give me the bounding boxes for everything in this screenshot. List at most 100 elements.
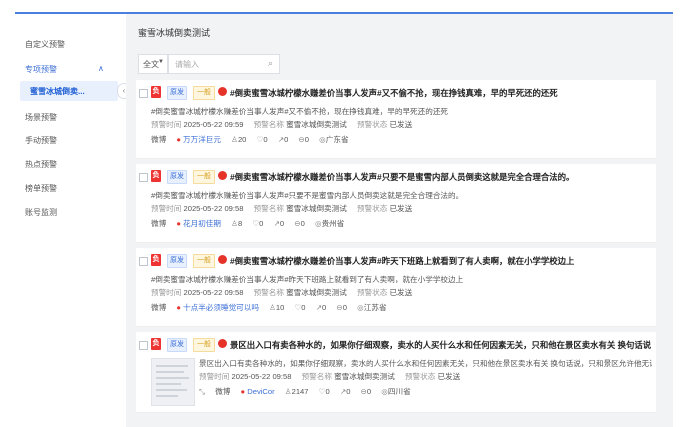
card-checkbox[interactable]: [139, 341, 148, 350]
name-key: 预警名称: [253, 120, 284, 129]
status-value: 已发送: [437, 372, 461, 381]
name-value: 蜜雪冰城倒卖测试: [286, 204, 347, 213]
expand-icon[interactable]: ⤡: [199, 387, 205, 396]
negative-badge: 负: [151, 170, 161, 182]
likes-count: 0: [263, 135, 268, 144]
likes-count: 0: [259, 219, 264, 228]
card-checkbox[interactable]: [139, 89, 148, 98]
sidebar-item-account-monitor[interactable]: 账号监测: [25, 207, 57, 218]
location-icon: ◎: [314, 219, 322, 228]
followers-icon: ♙: [231, 219, 238, 228]
author-link[interactable]: 十点半必须睡觉可以吗: [183, 303, 259, 312]
card-title[interactable]: 景区出入口有卖各种水的，如果你仔细观察，卖水的人买什么水和任何因素无关，只和他在…: [230, 339, 652, 351]
time-value: 2025-05-22 09:58: [231, 372, 292, 381]
status-key: 预警状态: [356, 288, 388, 297]
type-badge: 原发: [167, 254, 187, 268]
status-key: 预警状态: [356, 120, 388, 129]
location-value: 四川省: [387, 387, 411, 396]
type-badge: 原发: [167, 86, 187, 100]
reposts-count: 0: [322, 303, 327, 312]
status-value: 已发送: [389, 288, 413, 297]
page-title: 蜜雪冰城倒卖测试: [138, 28, 211, 38]
sidebar-item-manual-alert[interactable]: 手动预警: [25, 135, 57, 146]
chevron-up-icon[interactable]: ∧: [98, 64, 104, 73]
search-icon[interactable]: ⌕: [268, 58, 273, 69]
post-thumbnail[interactable]: [151, 358, 195, 406]
author-link[interactable]: DeviCor: [247, 387, 274, 396]
followers-count: 2147: [291, 387, 309, 396]
sidebar-item-mixue-resale[interactable]: 蜜雪冰城倒卖...: [20, 81, 118, 101]
status-value: 已发送: [389, 120, 413, 129]
alert-card[interactable]: 负 原发 一般 #倒卖蜜雪冰城柠檬水赚差价当事人发声#只要不是蜜雪内部人员倒卖这…: [136, 164, 656, 243]
likes-count: 0: [301, 303, 306, 312]
card-title[interactable]: #倒卖蜜雪冰城柠檬水赚差价当事人发声#昨天下班路上就看到了有人卖啊，就在小学学校…: [230, 255, 574, 267]
status-key: 预警状态: [404, 372, 436, 381]
search-input[interactable]: 请输入 ⌕: [168, 54, 280, 74]
sidebar-item-special-alert[interactable]: 专项预警: [25, 64, 57, 75]
name-value: 蜜雪冰城倒卖测试: [286, 288, 347, 297]
sidebar-item-scene-alert[interactable]: 场景预警: [25, 112, 57, 123]
chevron-down-icon: ▼: [158, 59, 164, 65]
likes-count: 0: [325, 387, 330, 396]
author-link[interactable]: 万万洋巨元: [183, 135, 221, 144]
search-scope-select[interactable]: 全文 ▼: [138, 54, 168, 74]
negative-badge: 负: [151, 338, 161, 350]
comments-count: 0: [366, 387, 372, 396]
time-key: 预警时间: [151, 288, 182, 297]
reposts-count: 0: [284, 135, 289, 144]
name-key: 预警名称: [301, 372, 332, 381]
sidebar-item-rank-alert[interactable]: 榜单预警: [25, 183, 57, 194]
time-value: 2025-05-22 09:58: [183, 204, 244, 213]
card-title[interactable]: #倒卖蜜雪冰城柠檬水赚差价当事人发声#又不偷不抢，现在挣钱真难，早的早死还的还死: [230, 87, 558, 99]
weibo-icon: ●: [176, 135, 181, 144]
level-badge: 一般: [193, 170, 215, 184]
name-value: 蜜雪冰城倒卖测试: [286, 120, 347, 129]
sidebar-item-hot-alert[interactable]: 热点预警: [25, 159, 57, 170]
time-value: 2025-05-22 09:59: [183, 120, 244, 129]
location-icon: ◎: [357, 303, 364, 312]
alert-card[interactable]: 负 原发 一般 景区出入口有卖各种水的，如果你仔细观察，卖水的人买什么水和任何因…: [136, 332, 656, 413]
comments-count: 0: [342, 303, 347, 312]
time-value: 2025-05-22 09:58: [183, 288, 244, 297]
status-value: 已发送: [389, 204, 413, 213]
reposts-count: 0: [279, 219, 285, 228]
search-placeholder: 请输入: [175, 60, 199, 69]
card-checkbox[interactable]: [139, 173, 148, 182]
level-badge: 一般: [193, 338, 215, 352]
location-icon: ◎: [319, 135, 326, 144]
followers-icon: ♙: [269, 303, 276, 312]
card-footer: ⤡ 微博 ● DeviCor ♙2147 ♡0 ↗0 ⊖0 ◎四川省: [199, 386, 411, 397]
search-scope-value: 全文: [143, 60, 159, 69]
negative-badge: 负: [151, 254, 161, 266]
author-link[interactable]: 花月初佳期: [183, 219, 221, 228]
time-key: 预警时间: [151, 204, 182, 213]
followers-count: 20: [237, 135, 247, 144]
weibo-icon: [218, 87, 227, 96]
card-footer: 微博 ● 花月初佳期 ♙8 ♡0 ↗0 ⊖0 ◎贵州省: [151, 218, 344, 229]
followers-count: 8: [237, 219, 243, 228]
card-meta: 预警时间 2025-05-22 09:58 预警名称 蜜雪冰城倒卖测试 预警状态…: [199, 371, 468, 382]
card-footer: 微博 ● 万万洋巨元 ♙20 ♡0 ↗0 ⊖0 ◎广东省: [151, 134, 349, 145]
level-badge: 一般: [193, 254, 215, 268]
type-badge: 原发: [167, 338, 187, 352]
card-checkbox[interactable]: [139, 257, 148, 266]
card-excerpt: 景区出入口有卖各种水的，如果你仔细观察，卖水的人买什么水和任何因素无关，只和他在…: [199, 359, 652, 368]
alert-card[interactable]: 负 原发 一般 #倒卖蜜雪冰城柠檬水赚差价当事人发声#昨天下班路上就看到了有人卖…: [136, 248, 656, 327]
comments-count: 0: [304, 135, 310, 144]
weibo-icon: [218, 171, 227, 180]
time-key: 预警时间: [151, 120, 182, 129]
time-key: 预警时间: [199, 372, 230, 381]
type-badge: 原发: [167, 170, 187, 184]
sidebar-item-custom-alert[interactable]: 自定义预警: [25, 39, 65, 50]
negative-badge: 负: [151, 86, 161, 98]
card-title[interactable]: #倒卖蜜雪冰城柠檬水赚差价当事人发声#只要不是蜜雪内部人员倒卖这就是完全合理合法…: [230, 171, 574, 183]
platform-label: 微博: [151, 135, 167, 144]
platform-label: 微博: [151, 219, 167, 228]
sidebar-item-label: 蜜雪冰城倒卖...: [30, 87, 85, 96]
card-meta: 预警时间 2025-05-22 09:58 预警名称 蜜雪冰城倒卖测试 预警状态…: [151, 287, 420, 298]
name-key: 预警名称: [253, 204, 284, 213]
platform-label: 微博: [151, 303, 167, 312]
alert-card[interactable]: 负 原发 一般 #倒卖蜜雪冰城柠檬水赚差价当事人发声#又不偷不抢，现在挣钱真难，…: [136, 80, 656, 159]
weibo-icon: ●: [176, 303, 181, 312]
card-excerpt: #倒卖蜜雪冰城柠檬水赚差价当事人发声#昨天下班路上就看到了有人卖啊，就在小学学校…: [151, 275, 464, 284]
